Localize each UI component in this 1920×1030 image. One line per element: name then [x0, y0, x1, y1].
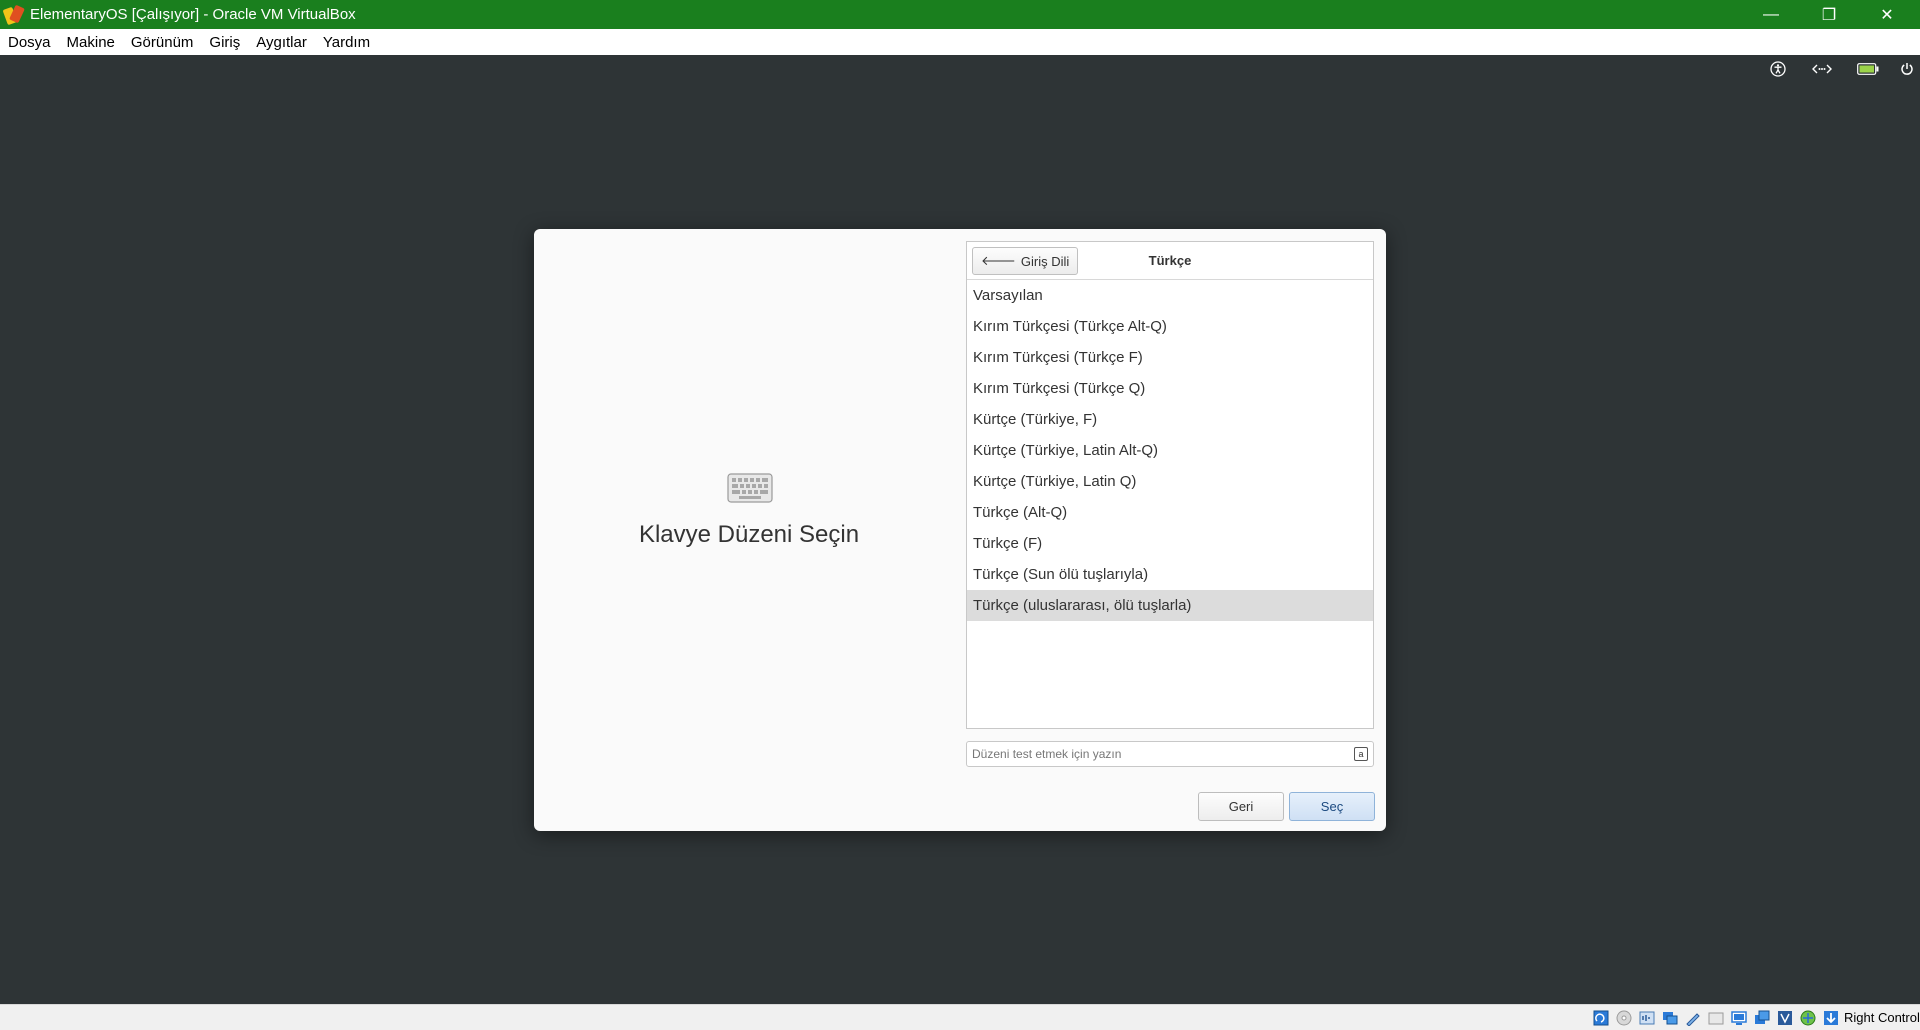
- menu-help[interactable]: Yardım: [315, 29, 378, 55]
- hard-disk-icon[interactable]: [1591, 1009, 1611, 1027]
- host-key-icon[interactable]: [1821, 1009, 1841, 1027]
- close-icon: ✕: [1880, 6, 1894, 24]
- layout-list: Varsayılan Kırım Türkçesi (Türkçe Alt-Q) K…: [967, 280, 1373, 621]
- minimize-icon: —: [1763, 5, 1779, 23]
- optical-drive-icon[interactable]: [1614, 1009, 1634, 1027]
- back-button[interactable]: Geri: [1198, 792, 1284, 821]
- close-button[interactable]: ✕: [1858, 0, 1916, 29]
- status-bar: Right Control: [0, 1004, 1920, 1030]
- menu-machine[interactable]: Makine: [59, 29, 123, 55]
- layout-list-item[interactable]: Türkçe (F): [967, 528, 1373, 559]
- usb-icon[interactable]: [1683, 1009, 1703, 1027]
- dialog-left-pane: Klavye Düzeni Seçin: [534, 229, 964, 831]
- layout-list-item[interactable]: Türkçe (Sun ölü tuşlarıyla): [967, 559, 1373, 590]
- network-icon[interactable]: [1811, 58, 1833, 80]
- window-title: ElementaryOS [Çalışıyor] - Oracle VM Vir…: [30, 6, 356, 23]
- layout-list-item[interactable]: Varsayılan: [967, 280, 1373, 311]
- menu-input[interactable]: Giriş: [201, 29, 248, 55]
- back-button-label: Giriş Dili: [1020, 253, 1070, 269]
- menu-devices[interactable]: Aygıtlar: [248, 29, 315, 55]
- keyboard-icon: [727, 473, 773, 503]
- layout-test-input[interactable]: [966, 741, 1374, 767]
- layout-list-item[interactable]: Kırım Türkçesi (Türkçe F): [967, 342, 1373, 373]
- restore-icon: ❐: [1821, 6, 1837, 24]
- layout-list-item[interactable]: Kürtçe (Türkiye, F): [967, 404, 1373, 435]
- battery-icon[interactable]: [1857, 58, 1879, 80]
- menu-bar: Dosya Makine Görünüm Giriş Aygıtlar Yard…: [0, 29, 1920, 55]
- guest-additions-icon[interactable]: [1798, 1009, 1818, 1027]
- keyboard-preview-icon[interactable]: a: [1354, 747, 1368, 761]
- layout-list-item[interactable]: Türkçe (uluslararası, ölü tuşlarla): [967, 590, 1373, 621]
- shared-folder-icon[interactable]: [1706, 1009, 1726, 1027]
- status-icons: [1591, 1008, 1844, 1028]
- accessibility-icon[interactable]: [1767, 58, 1789, 80]
- layout-list-item[interactable]: Kürtçe (Türkiye, Latin Alt-Q): [967, 435, 1373, 466]
- audio-icon[interactable]: [1637, 1009, 1657, 1027]
- minimize-button[interactable]: —: [1742, 0, 1800, 29]
- layout-list-frame: Türkçe 🡐 Giriş Dili Varsayılan Kırım Türk…: [966, 241, 1374, 729]
- host-key-label: Right Control: [1844, 1010, 1920, 1025]
- display-icon[interactable]: [1729, 1009, 1749, 1027]
- power-icon[interactable]: [1896, 58, 1918, 80]
- window-titlebar: ElementaryOS [Çalışıyor] - Oracle VM Vir…: [0, 0, 1920, 29]
- arrow-left-icon: 🡐: [981, 253, 1016, 268]
- virtualization-icon[interactable]: [1775, 1009, 1795, 1027]
- keyboard-layout-dialog: Klavye Düzeni Seçin Türkçe 🡐 Giriş Dili …: [534, 229, 1386, 831]
- layout-list-header: Türkçe 🡐 Giriş Dili: [967, 242, 1373, 280]
- layout-list-item[interactable]: Kırım Türkçesi (Türkçe Alt-Q): [967, 311, 1373, 342]
- recording-icon[interactable]: [1752, 1009, 1772, 1027]
- select-button[interactable]: Seç: [1289, 792, 1375, 821]
- layout-list-item[interactable]: Kırım Türkçesi (Türkçe Q): [967, 373, 1373, 404]
- menu-view[interactable]: Görünüm: [123, 29, 202, 55]
- layout-list-item[interactable]: Kürtçe (Türkiye, Latin Q): [967, 466, 1373, 497]
- input-language-back-button[interactable]: 🡐 Giriş Dili: [972, 247, 1079, 275]
- network-adapter-icon[interactable]: [1660, 1009, 1680, 1027]
- layout-list-item[interactable]: Türkçe (Alt-Q): [967, 497, 1373, 528]
- menu-file[interactable]: Dosya: [0, 29, 59, 55]
- restore-button[interactable]: ❐: [1800, 0, 1858, 29]
- page-title: Klavye Düzeni Seçin: [638, 521, 860, 548]
- virtualbox-app-icon: [2, 4, 25, 26]
